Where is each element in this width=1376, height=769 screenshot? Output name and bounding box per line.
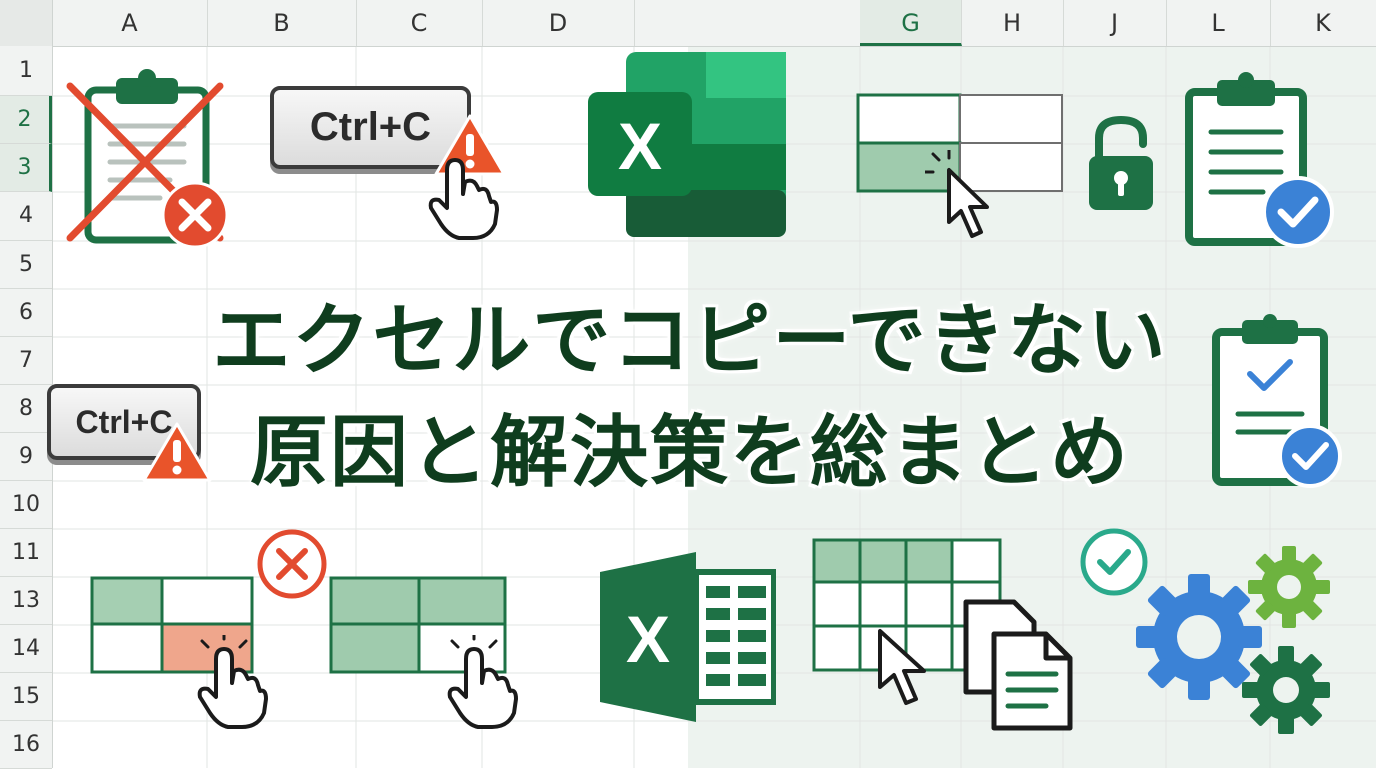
- excel-logo-letter-bottom: X: [626, 602, 670, 676]
- row-header-14[interactable]: 14: [0, 625, 52, 673]
- lock-open-icon: [1089, 116, 1153, 210]
- row-header-13[interactable]: 13: [0, 577, 52, 625]
- copy-documents-icon: [963, 599, 1073, 731]
- column-header-a[interactable]: A: [52, 0, 208, 46]
- row-header-6[interactable]: 6: [0, 289, 52, 337]
- gear-icon-small-bottom: [1242, 646, 1330, 734]
- column-header-d[interactable]: D: [482, 0, 635, 46]
- column-header-k[interactable]: K: [1270, 0, 1376, 46]
- ctrl-c-label-top: Ctrl+C: [309, 105, 432, 149]
- error-icon: [161, 181, 229, 249]
- row-header-10[interactable]: 10: [0, 481, 52, 529]
- row-header-11[interactable]: 11: [0, 529, 52, 577]
- row-header-5[interactable]: 5: [0, 241, 52, 289]
- row-header-2[interactable]: 2: [0, 96, 52, 144]
- column-header-b[interactable]: B: [207, 0, 357, 46]
- column-header-h[interactable]: H: [961, 0, 1064, 46]
- row-header-7[interactable]: 7: [0, 337, 52, 385]
- row-header-9[interactable]: 9: [0, 433, 52, 481]
- column-header-c[interactable]: C: [356, 0, 483, 46]
- clipboard-check-icon-middle: [1212, 314, 1342, 488]
- cursor-arrow-icon: [925, 150, 989, 238]
- row-header-8[interactable]: 8: [0, 385, 52, 433]
- row-header-15[interactable]: 15: [0, 673, 52, 721]
- pointer-hand-icon-left: [197, 635, 268, 729]
- excel-logo-letter: X: [618, 109, 662, 183]
- excel-logo-icon: X: [588, 52, 786, 237]
- clipboard-check-icon-top: [1185, 72, 1334, 248]
- warning-icon-left: [142, 422, 212, 482]
- page-title: エクセルでコピーできない 原因と解決策を総まとめ: [150, 285, 1230, 509]
- pointer-hand-icon: [428, 158, 499, 240]
- row-header-4[interactable]: 4: [0, 192, 52, 241]
- pointer-hand-icon-middle: [447, 635, 518, 729]
- title-line-1: エクセルでコピーできない: [212, 296, 1168, 386]
- column-header-j[interactable]: J: [1063, 0, 1167, 46]
- row-header-3[interactable]: 3: [0, 144, 52, 192]
- column-header-g[interactable]: G: [860, 0, 962, 46]
- select-all-corner[interactable]: [0, 0, 53, 47]
- row-header-1[interactable]: 1: [0, 46, 52, 96]
- row-header-16[interactable]: 16: [0, 721, 52, 769]
- row-header-bar: 1 2 3 4 5 6 7 8 9 10 11 13 14 15 16: [0, 46, 53, 769]
- excel-logo-icon-bottom: X: [600, 552, 776, 722]
- column-header-blank[interactable]: [634, 0, 861, 46]
- column-header-l[interactable]: L: [1166, 0, 1271, 46]
- column-header-bar: A B C D G H J L K: [0, 0, 1376, 47]
- error-outline-icon: [257, 529, 327, 599]
- cursor-arrow-icon-bottom: [878, 629, 926, 705]
- title-line-2: 原因と解決策を総まとめ: [249, 408, 1130, 498]
